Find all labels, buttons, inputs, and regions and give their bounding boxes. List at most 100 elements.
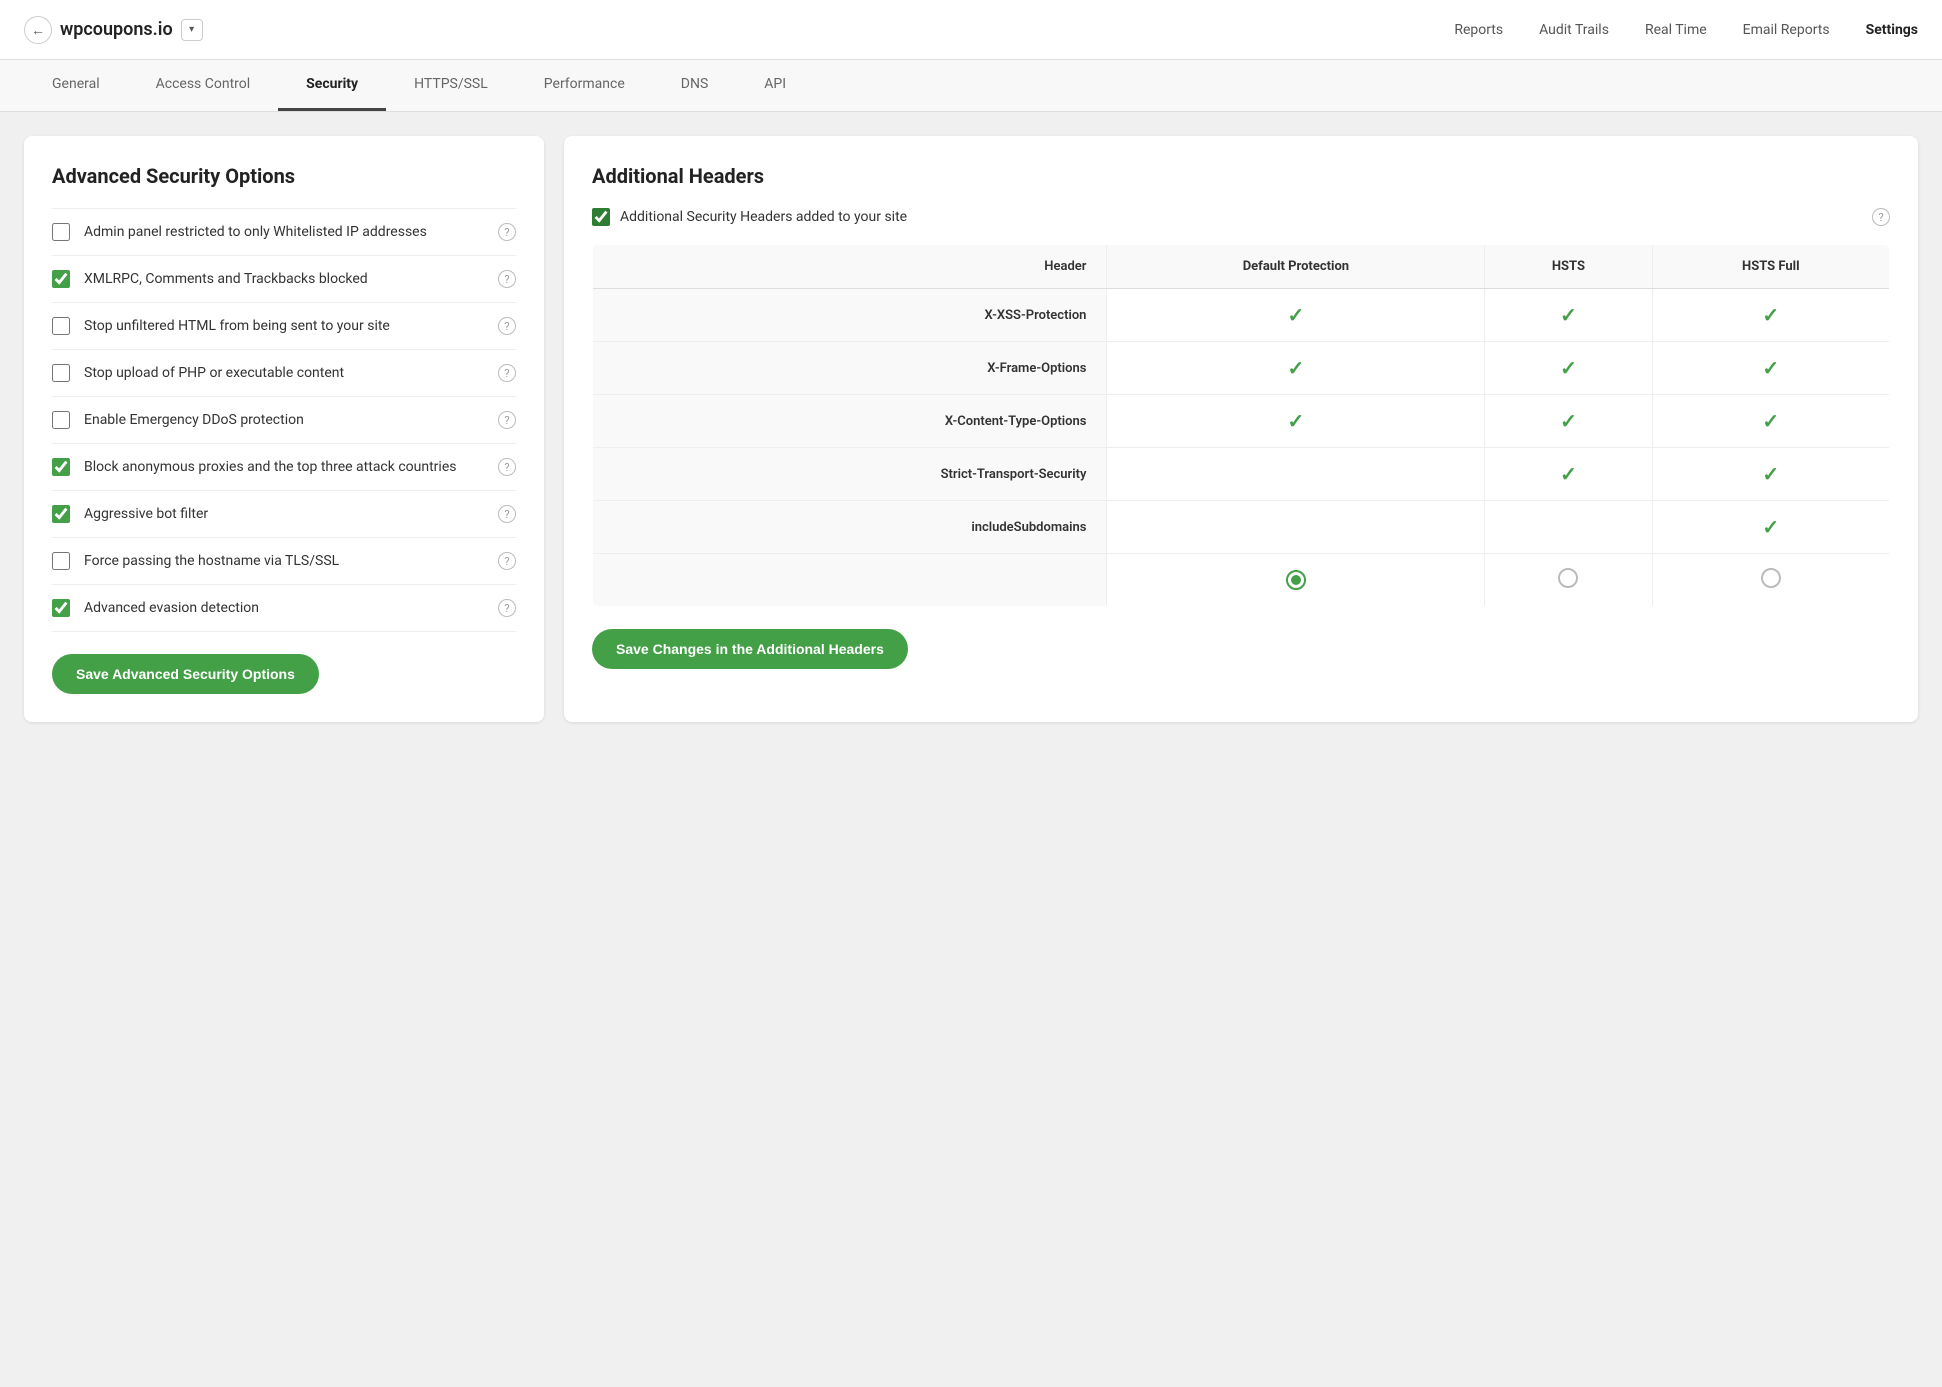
radio-empty-icon[interactable] <box>1761 568 1781 588</box>
option-checkbox-5[interactable] <box>52 458 70 476</box>
section-header-row: Additional Security Headers added to you… <box>592 208 1890 226</box>
check-icon: ✓ <box>1560 462 1577 486</box>
table-cell-0 <box>1107 501 1485 554</box>
check-icon: ✓ <box>1288 356 1305 380</box>
radio-row-empty <box>593 554 1107 607</box>
option-row: Stop upload of PHP or executable content… <box>52 350 516 397</box>
option-label: XMLRPC, Comments and Trackbacks blocked <box>84 271 488 287</box>
radio-empty-icon[interactable] <box>1558 568 1578 588</box>
option-checkbox-3[interactable] <box>52 364 70 382</box>
option-checkbox-6[interactable] <box>52 505 70 523</box>
help-icon[interactable]: ? <box>498 505 516 523</box>
additional-headers-checkbox[interactable] <box>592 208 610 226</box>
nav-real-time[interactable]: Real Time <box>1645 22 1707 38</box>
table-cell-0: ✓ <box>1107 289 1485 342</box>
option-label: Admin panel restricted to only Whitelist… <box>84 224 488 240</box>
nav-reports[interactable]: Reports <box>1454 22 1503 38</box>
option-row: Enable Emergency DDoS protection? <box>52 397 516 444</box>
main-content: Advanced Security Options Admin panel re… <box>0 112 1942 746</box>
check-icon: ✓ <box>1288 409 1305 433</box>
table-cell-header: X-Frame-Options <box>593 342 1107 395</box>
tab-performance[interactable]: Performance <box>516 60 653 111</box>
help-icon[interactable]: ? <box>498 270 516 288</box>
save-advanced-security-button[interactable]: Save Advanced Security Options <box>52 654 319 694</box>
tab-bar: General Access Control Security HTTPS/SS… <box>0 60 1942 112</box>
option-checkbox-0[interactable] <box>52 223 70 241</box>
option-checkbox-4[interactable] <box>52 411 70 429</box>
table-row: includeSubdomains✓ <box>593 501 1890 554</box>
table-cell-header: X-Content-Type-Options <box>593 395 1107 448</box>
nav-email-reports[interactable]: Email Reports <box>1743 22 1830 38</box>
radio-row <box>593 554 1890 607</box>
option-checkbox-8[interactable] <box>52 599 70 617</box>
tab-general[interactable]: General <box>24 60 128 111</box>
back-button[interactable]: ← <box>24 16 52 44</box>
option-checkbox-7[interactable] <box>52 552 70 570</box>
radio-hsts[interactable] <box>1485 554 1652 607</box>
tab-access-control[interactable]: Access Control <box>128 60 279 111</box>
help-icon[interactable]: ? <box>498 599 516 617</box>
check-icon: ✓ <box>1560 303 1577 327</box>
nav-settings[interactable]: Settings <box>1866 22 1918 38</box>
table-cell-0: ✓ <box>1107 342 1485 395</box>
help-icon[interactable]: ? <box>498 552 516 570</box>
option-label: Block anonymous proxies and the top thre… <box>84 459 488 475</box>
radio-hsts-full[interactable] <box>1652 554 1889 607</box>
table-cell-1: ✓ <box>1485 342 1652 395</box>
logo-dropdown-button[interactable]: ▾ <box>181 19 203 41</box>
option-row: XMLRPC, Comments and Trackbacks blocked? <box>52 256 516 303</box>
option-row: Block anonymous proxies and the top thre… <box>52 444 516 491</box>
right-card: Additional Headers Additional Security H… <box>564 136 1918 722</box>
option-label: Advanced evasion detection <box>84 600 488 616</box>
help-icon[interactable]: ? <box>498 364 516 382</box>
option-row: Advanced evasion detection? <box>52 585 516 632</box>
table-cell-1: ✓ <box>1485 289 1652 342</box>
right-card-title: Additional Headers <box>592 164 1890 188</box>
table-row: X-Frame-Options✓✓✓ <box>593 342 1890 395</box>
options-list: Admin panel restricted to only Whitelist… <box>52 208 516 632</box>
help-icon[interactable]: ? <box>498 317 516 335</box>
option-label: Stop upload of PHP or executable content <box>84 365 488 381</box>
col-default-protection: Default Protection <box>1107 245 1485 289</box>
logo-text: wpcoupons.io <box>60 19 173 40</box>
option-checkbox-2[interactable] <box>52 317 70 335</box>
tab-https-ssl[interactable]: HTTPS/SSL <box>386 60 516 111</box>
option-label: Force passing the hostname via TLS/SSL <box>84 553 488 569</box>
option-row: Aggressive bot filter? <box>52 491 516 538</box>
table-header-row: Header Default Protection HSTS HSTS Full <box>593 245 1890 289</box>
section-header-label: Additional Security Headers added to you… <box>620 209 1862 225</box>
option-row: Force passing the hostname via TLS/SSL? <box>52 538 516 585</box>
help-icon[interactable]: ? <box>498 223 516 241</box>
nav-links: Reports Audit Trails Real Time Email Rep… <box>1454 22 1918 38</box>
table-cell-2: ✓ <box>1652 501 1889 554</box>
table-cell-2: ✓ <box>1652 448 1889 501</box>
tab-security[interactable]: Security <box>278 60 386 111</box>
option-checkbox-1[interactable] <box>52 270 70 288</box>
help-icon[interactable]: ? <box>498 458 516 476</box>
option-label: Aggressive bot filter <box>84 506 488 522</box>
check-icon: ✓ <box>1762 515 1779 539</box>
check-icon: ✓ <box>1762 303 1779 327</box>
left-card: Advanced Security Options Admin panel re… <box>24 136 544 722</box>
help-icon[interactable]: ? <box>498 411 516 429</box>
table-cell-header: X-XSS-Protection <box>593 289 1107 342</box>
section-help-icon[interactable]: ? <box>1872 208 1890 226</box>
table-row: X-Content-Type-Options✓✓✓ <box>593 395 1890 448</box>
tab-api[interactable]: API <box>736 60 814 111</box>
option-label: Stop unfiltered HTML from being sent to … <box>84 318 488 334</box>
option-label: Enable Emergency DDoS protection <box>84 412 488 428</box>
table-body: X-XSS-Protection✓✓✓X-Frame-Options✓✓✓X-C… <box>593 289 1890 607</box>
check-icon: ✓ <box>1762 409 1779 433</box>
left-card-title: Advanced Security Options <box>52 164 516 188</box>
col-header: Header <box>593 245 1107 289</box>
radio-default[interactable] <box>1107 554 1485 607</box>
headers-table: Header Default Protection HSTS HSTS Full… <box>592 244 1890 607</box>
save-additional-headers-button[interactable]: Save Changes in the Additional Headers <box>592 629 908 669</box>
nav-audit-trails[interactable]: Audit Trails <box>1539 22 1609 38</box>
table-cell-0: ✓ <box>1107 395 1485 448</box>
logo-area: ← wpcoupons.io ▾ <box>24 16 203 44</box>
tab-dns[interactable]: DNS <box>653 60 737 111</box>
radio-filled-icon[interactable] <box>1286 570 1306 590</box>
table-cell-2: ✓ <box>1652 342 1889 395</box>
table-row: X-XSS-Protection✓✓✓ <box>593 289 1890 342</box>
